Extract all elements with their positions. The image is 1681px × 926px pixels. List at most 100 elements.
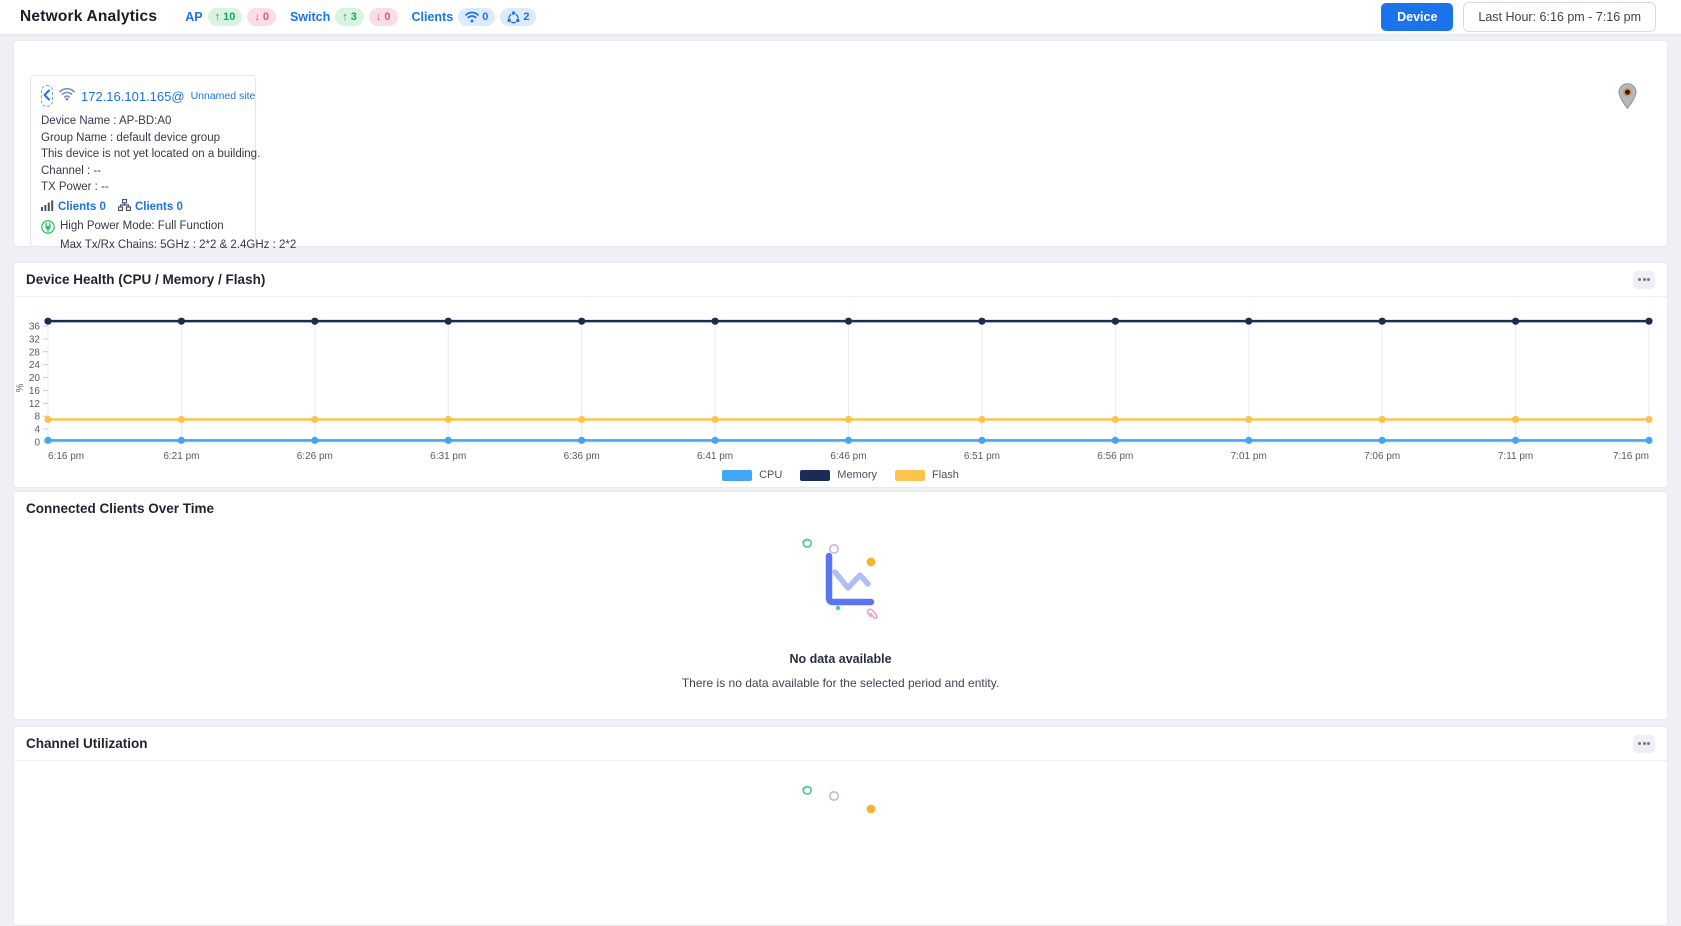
device-ip-link[interactable]: 172.16.101.165@ <box>81 89 185 104</box>
device-name-text: Device Name : AP-BD:A0 <box>41 115 245 127</box>
legend-swatch-memory <box>800 470 830 481</box>
divider <box>14 760 1667 761</box>
svg-text:6:36 pm: 6:36 pm <box>564 451 600 462</box>
svg-text:24: 24 <box>29 360 41 371</box>
chevron-left-icon <box>42 89 52 104</box>
tx-power-text: TX Power : -- <box>41 181 245 193</box>
legend-label: CPU <box>759 469 782 481</box>
channel-utilization-title: Channel Utilization <box>26 736 148 751</box>
badge-value: 10 <box>223 11 235 23</box>
stat-label-ap: AP <box>185 10 202 24</box>
page-title: Network Analytics <box>20 8 157 26</box>
wifi-icon <box>59 87 75 106</box>
svg-text:16: 16 <box>29 386 41 397</box>
svg-text:6:46 pm: 6:46 pm <box>830 451 866 462</box>
site-link[interactable]: Unnamed site <box>191 90 256 102</box>
mesh-clients-icon <box>507 11 520 24</box>
back-button[interactable] <box>41 85 53 107</box>
badge-value: 0 <box>263 11 269 23</box>
legend-label: Flash <box>932 469 959 481</box>
svg-text:6:21 pm: 6:21 pm <box>163 451 199 462</box>
stat-label-switch: Switch <box>290 10 330 24</box>
device-health-title: Device Health (CPU / Memory / Flash) <box>26 272 265 287</box>
time-range-selector[interactable]: Last Hour: 6:16 pm - 7:16 pm <box>1463 2 1656 32</box>
badge-value: 0 <box>482 11 488 23</box>
legend-item-memory[interactable]: Memory <box>800 469 877 481</box>
switch-down-badge[interactable]: ↓0 <box>369 8 398 26</box>
top-header-bar: Network Analytics AP↑10↓0Switch↑3↓0Clien… <box>0 0 1681 35</box>
svg-text:36: 36 <box>29 322 41 333</box>
clients-mesh-badge[interactable]: 2 <box>500 8 536 26</box>
max-chains-text: Max Tx/Rx Chains: 5GHz : 2*2 & 2.4GHz : … <box>60 239 245 251</box>
arrow-down-icon: ↓ <box>254 12 260 23</box>
svg-text:6:56 pm: 6:56 pm <box>1097 451 1133 462</box>
chart-legend: CPU Memory Flash <box>14 469 1667 481</box>
lan-clients-icon <box>118 198 131 216</box>
map-pin-icon[interactable] <box>1618 83 1637 115</box>
arrow-up-icon: ↑ <box>215 12 221 23</box>
svg-text:6:16 pm: 6:16 pm <box>48 451 84 462</box>
svg-text:4: 4 <box>34 425 40 436</box>
device-health-card: Device Health (CPU / Memory / Flash) 6:1… <box>13 262 1668 488</box>
group-name-text: Group Name : default device group <box>41 132 245 144</box>
svg-text:6:31 pm: 6:31 pm <box>430 451 466 462</box>
device-info-panel: 172.16.101.165@ Unnamed site Device Name… <box>30 75 256 247</box>
wired-clients-link[interactable]: Clients 0 <box>135 201 183 213</box>
stat-group-switch: Switch ↑3 ↓0 <box>290 8 398 26</box>
network-analytics-page: Network Analytics AP↑10↓0Switch↑3↓0Clien… <box>0 0 1681 803</box>
svg-text:7:11 pm: 7:11 pm <box>1498 451 1533 462</box>
device-health-chart: 6:16 pm 6:21 pm 6:26 pm 6:31 pm 6:36 pm 6:41 … <box>14 303 1669 473</box>
channel-text: Channel : -- <box>41 165 245 177</box>
legend-item-flash[interactable]: Flash <box>895 469 959 481</box>
svg-text:7:01 pm: 7:01 pm <box>1231 451 1267 462</box>
svg-text:0: 0 <box>34 438 40 449</box>
arrow-up-icon: ↑ <box>342 12 348 23</box>
signal-bars-icon <box>41 198 54 216</box>
svg-text:32: 32 <box>29 334 41 345</box>
svg-text:20: 20 <box>29 373 41 384</box>
badge-value: 2 <box>523 11 529 23</box>
badge-value: 3 <box>351 11 357 23</box>
switch-up-badge[interactable]: ↑3 <box>335 8 364 26</box>
device-status-summary: AP↑10↓0Switch↑3↓0Clients02 <box>185 8 536 26</box>
svg-text:7:06 pm: 7:06 pm <box>1364 451 1400 462</box>
svg-text:6:41 pm: 6:41 pm <box>697 451 733 462</box>
more-options-button[interactable] <box>1633 271 1655 289</box>
stat-label-clients: Clients <box>412 10 454 24</box>
svg-text:6:26 pm: 6:26 pm <box>297 451 333 462</box>
no-data-message: There is no data available for the selec… <box>14 676 1667 690</box>
svg-text:28: 28 <box>29 347 41 358</box>
divider <box>14 296 1667 297</box>
no-data-illustration-partial <box>791 775 891 820</box>
device-button[interactable]: Device <box>1381 3 1453 31</box>
svg-text:7:16 pm: 7:16 pm <box>1613 451 1649 462</box>
no-data-title: No data available <box>14 652 1667 666</box>
svg-text:12: 12 <box>29 399 41 410</box>
ap-down-badge[interactable]: ↓0 <box>247 8 276 26</box>
location-note-text: This device is not yet located on a buil… <box>41 148 245 160</box>
badge-value: 0 <box>384 11 390 23</box>
wireless-clients-link[interactable]: Clients 0 <box>58 201 106 213</box>
clients-wifi-badge[interactable]: 0 <box>458 8 495 26</box>
svg-text:%: % <box>15 383 26 392</box>
svg-text:6:51 pm: 6:51 pm <box>964 451 1000 462</box>
legend-label: Memory <box>837 469 877 481</box>
more-options-button[interactable] <box>1633 735 1655 753</box>
connected-clients-title: Connected Clients Over Time <box>26 501 214 516</box>
no-data-illustration <box>791 528 891 633</box>
power-mode-text: High Power Mode: Full Function <box>60 220 224 232</box>
legend-item-cpu[interactable]: CPU <box>722 469 782 481</box>
svg-text:8: 8 <box>34 412 40 423</box>
legend-swatch-cpu <box>722 470 752 481</box>
stat-group-clients: Clients 0 2 <box>412 8 537 26</box>
channel-utilization-card: Channel Utilization <box>13 726 1668 926</box>
device-overview-card: 172.16.101.165@ Unnamed site Device Name… <box>13 40 1668 247</box>
connected-clients-card: Connected Clients Over Time No data avai… <box>13 491 1668 720</box>
legend-swatch-flash <box>895 470 925 481</box>
ap-up-badge[interactable]: ↑10 <box>208 8 243 26</box>
stat-group-ap: AP↑10↓0 <box>185 8 276 26</box>
wifi-icon <box>465 11 479 23</box>
header-actions: Device Last Hour: 6:16 pm - 7:16 pm <box>1381 2 1656 32</box>
power-plug-icon <box>41 220 55 237</box>
arrow-down-icon: ↓ <box>376 12 382 23</box>
